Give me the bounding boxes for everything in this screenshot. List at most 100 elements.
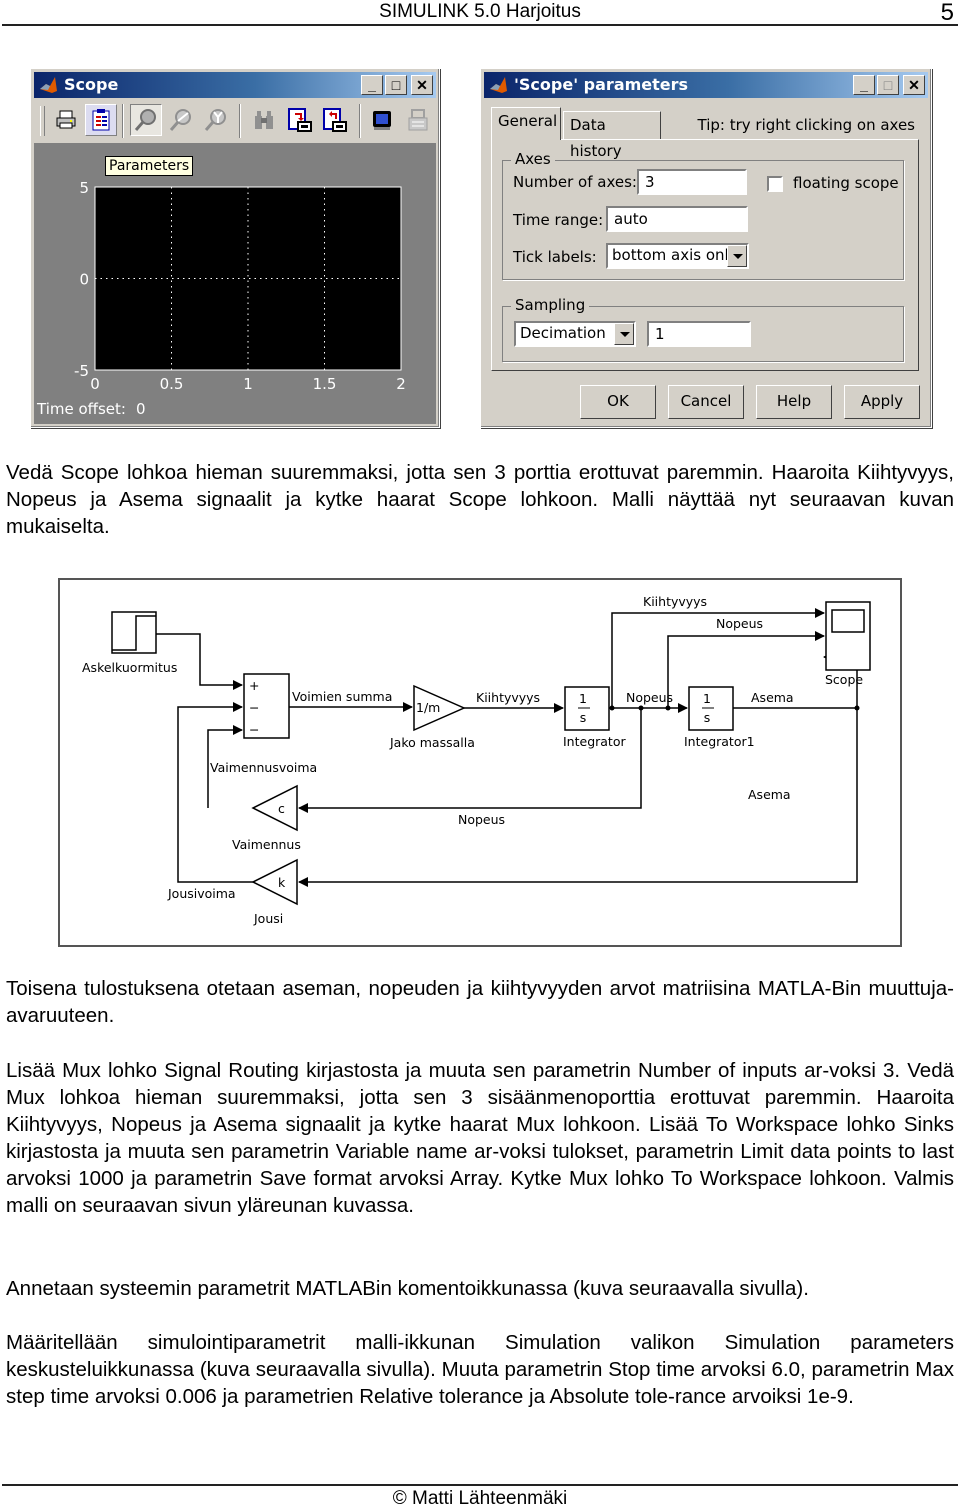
zoom-icon <box>134 109 156 131</box>
position-label: Asema <box>751 690 794 705</box>
cancel-button[interactable]: Cancel <box>668 385 744 419</box>
maximize-icon: □ <box>391 77 401 93</box>
x-tick-label: 0.5 <box>160 375 184 393</box>
params-window-title: 'Scope' parameters <box>514 75 689 94</box>
sampling-value-input[interactable] <box>647 321 751 347</box>
spring-force-label: Jousivoima <box>167 886 236 901</box>
page-number: 5 <box>940 0 954 26</box>
toolbar-separator <box>122 104 124 138</box>
zoom-button[interactable] <box>130 104 162 136</box>
x-tick-label: 2 <box>396 375 406 393</box>
position-feedback-label: Asema <box>748 787 791 802</box>
footer-copyright: © Matti Lähteenmäki <box>392 1488 568 1509</box>
close-button[interactable]: ✕ <box>411 75 433 95</box>
autoscale-button[interactable] <box>248 104 280 136</box>
scope-toolbar <box>34 100 436 142</box>
y-tick-label: 5 <box>79 179 89 197</box>
tab-general[interactable]: General <box>491 107 561 140</box>
step-block[interactable] <box>111 611 157 654</box>
scope-titlebar[interactable]: Scope _ □ ✕ <box>34 72 436 98</box>
signal-selection-icon <box>408 109 428 131</box>
paragraph-2: Toisena tulostuksena otetaan aseman, nop… <box>6 977 954 1027</box>
header-rule <box>2 24 958 26</box>
tick-labels-select[interactable]: bottom axis only <box>606 243 749 269</box>
velocity-label: Nopeus <box>626 690 673 705</box>
minimize-icon: _ <box>860 77 868 93</box>
floating-scope-icon <box>373 111 391 130</box>
minimize-button[interactable]: _ <box>361 75 383 95</box>
axes-group: Axes Number of axes: floating scope Time… <box>502 150 904 280</box>
restore-axes-icon <box>323 108 347 132</box>
damping-label: Vaimennus <box>232 837 301 852</box>
floating-scope-button[interactable] <box>366 104 398 136</box>
tip-text: Tip: try right clicking on axes <box>697 116 916 134</box>
velocity-scope-label: Nopeus <box>716 616 763 631</box>
zoom-x-button[interactable] <box>165 104 197 136</box>
help-button[interactable]: Help <box>756 385 832 419</box>
scope-plot-area: 0 0.5 1 1.5 2 5 0 -5 Parameters Time offset: 0 <box>34 143 436 424</box>
floating-scope-label: floating scope <box>793 174 899 192</box>
model-canvas: Askelkuormitus + − − Voimien summa 1/m J… <box>82 594 871 926</box>
paragraph-5: Määritellään simulointiparametrit malli-… <box>6 1331 954 1408</box>
branch-point <box>854 705 860 711</box>
maximize-button[interactable]: □ <box>385 75 407 95</box>
x-tick-label: 1.5 <box>313 375 337 393</box>
scope-window: Scope _ □ ✕ 0 0.5 1 1.5 2 5 0 -5 Paramet… <box>30 68 440 428</box>
number-of-axes-input[interactable] <box>637 169 747 195</box>
print-button[interactable] <box>50 104 82 136</box>
parameters-icon <box>92 109 110 131</box>
close-icon: ✕ <box>416 77 428 93</box>
damping-gain-text: c <box>278 801 285 816</box>
print-icon <box>56 110 76 129</box>
parameters-button[interactable] <box>85 104 117 136</box>
apply-button[interactable]: Apply <box>844 385 920 419</box>
sum-output-label: Voimien summa <box>292 689 392 704</box>
tab-data-history[interactable]: Data history <box>563 111 661 160</box>
sampling-group: Sampling Decimation <box>502 296 904 362</box>
document-title: SIMULINK 5.0 Harjoitus <box>379 1 581 22</box>
tick-labels-label: Tick labels: <box>513 248 597 266</box>
floating-scope-checkbox[interactable] <box>767 176 783 192</box>
ok-button[interactable]: OK <box>580 385 656 419</box>
maximize-icon: □ <box>883 77 893 93</box>
branch-point <box>665 705 671 711</box>
sampling-mode-select[interactable]: Decimation <box>514 321 636 347</box>
mass-gain-text: 1/m <box>416 700 440 715</box>
zoom-y-button[interactable] <box>200 104 232 136</box>
matlab-logo-icon <box>490 77 507 93</box>
simulink-model-diagram: Askelkuormitus + − − Voimien summa 1/m J… <box>58 578 902 947</box>
minimize-icon: _ <box>368 77 376 93</box>
spring-gain-text: k <box>278 875 286 890</box>
page-header: SIMULINK 5.0 Harjoitus 5 <box>0 0 960 26</box>
x-tick-label: 0 <box>90 375 100 393</box>
time-range-input[interactable] <box>606 206 748 232</box>
chevron-down-icon[interactable] <box>614 323 634 345</box>
general-tab-panel: Axes Number of axes: floating scope Time… <box>491 139 919 371</box>
signal-selection-button[interactable] <box>402 104 434 136</box>
minimize-button[interactable]: _ <box>853 75 875 95</box>
close-button[interactable]: ✕ <box>903 75 925 95</box>
params-titlebar[interactable]: 'Scope' parameters _ □ ✕ <box>484 72 928 98</box>
toolbar-separator <box>359 104 361 138</box>
toolbar-grip[interactable] <box>40 106 45 136</box>
save-axes-button[interactable] <box>284 104 316 136</box>
plot-background <box>94 186 402 371</box>
restore-axes-button[interactable] <box>319 104 351 136</box>
scope-axes[interactable]: 0 0.5 1 1.5 250-5 <box>34 143 436 424</box>
toolbar-separator <box>239 104 241 138</box>
acceleration-scope-label: Kiihtyvyys <box>643 594 707 609</box>
mass-gain-label: Jako massalla <box>389 735 475 750</box>
integrator1-denominator: s <box>704 710 711 725</box>
y-tick-label: -5 <box>74 362 89 380</box>
integrator-label: Integrator <box>563 734 626 749</box>
time-offset-label: Time offset: <box>37 400 126 418</box>
x-tick-label: 1 <box>243 375 253 393</box>
damping-gain-block[interactable] <box>251 784 298 832</box>
sum-sign-2: − <box>249 700 259 715</box>
sum-sign-3: − <box>249 722 259 737</box>
branch-point <box>638 705 644 711</box>
maximize-button[interactable]: □ <box>877 75 899 95</box>
time-offset-value: 0 <box>135 400 146 418</box>
chevron-down-icon[interactable] <box>727 245 747 267</box>
spring-gain-block[interactable] <box>251 858 298 906</box>
